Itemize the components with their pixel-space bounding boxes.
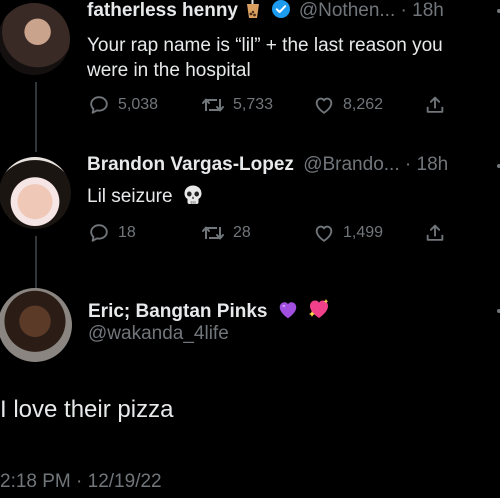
share-button[interactable] [424, 222, 446, 244]
handle-row: @wakanda_4life [88, 322, 229, 346]
tweet-text-line: were in the hospital [87, 60, 251, 81]
share-icon [426, 96, 444, 113]
skull-emoji [182, 184, 204, 213]
handle[interactable]: @wakanda_4life [88, 323, 229, 344]
avatar[interactable] [0, 288, 72, 362]
share-button[interactable] [424, 94, 446, 116]
timestamp[interactable]: · 18h [401, 0, 444, 21]
thread-line [35, 82, 37, 152]
thread-line [35, 236, 37, 294]
heart-icon [315, 225, 333, 242]
purple-heart-emoji [277, 299, 299, 328]
tweet-text-line: I love their pizza [0, 396, 174, 423]
verified-badge-icon [271, 0, 291, 26]
tweet-text-line: Your rap name is “lil” + the last reason… [87, 35, 443, 56]
handle[interactable]: @Nothen... [299, 0, 395, 21]
retweet-icon [202, 226, 224, 240]
sparkling-heart-emoji [306, 297, 332, 328]
tweet-text: Lil seizure [87, 184, 204, 213]
avatar[interactable] [0, 157, 71, 229]
timestamp[interactable]: 2:18 PM · 12/19/22 [0, 471, 162, 492]
reply-button[interactable]: 5,038 [88, 94, 158, 116]
tweet-text: I love their pizza [0, 395, 173, 425]
display-name[interactable]: Brandon Vargas-Lopez [87, 154, 294, 175]
retweet-button[interactable]: 5,733 [201, 94, 273, 116]
reply-icon [90, 96, 108, 114]
reply-count: 18 [118, 224, 136, 241]
retweet-count: 5,733 [233, 96, 274, 113]
like-button[interactable]: 8,262 [313, 94, 383, 116]
retweet-icon [202, 98, 224, 112]
timestamp[interactable]: · 18h [405, 154, 448, 175]
tweet-text: Your rap name is “lil” + the last reason… [87, 33, 443, 83]
bubble-tea-emoji [245, 0, 261, 26]
avatar[interactable] [0, 3, 70, 75]
like-button[interactable]: 1,499 [313, 222, 383, 244]
like-count: 1,499 [343, 224, 384, 241]
tweet-text-line: Lil seizure [87, 186, 173, 207]
display-name[interactable]: Eric; Bangtan Pinks [88, 301, 268, 322]
retweet-count: 28 [233, 224, 251, 241]
handle[interactable]: @Brando... [303, 154, 399, 175]
tweet-header: Brandon Vargas-Lopez @Brando... · 18h [87, 153, 448, 177]
reply-button[interactable]: 18 [88, 222, 136, 244]
share-icon [426, 224, 444, 241]
like-count: 8,262 [343, 96, 384, 113]
reply-icon [90, 224, 108, 242]
tweet-timestamp[interactable]: 2:18 PM · 12/19/22 [0, 470, 162, 494]
reply-count: 5,038 [118, 96, 159, 113]
heart-icon [315, 97, 333, 114]
retweet-button[interactable]: 28 [201, 222, 251, 244]
tweet-header: fatherless henny @Nothen... · 18h [87, 0, 444, 26]
display-name[interactable]: fatherless henny [87, 0, 238, 21]
